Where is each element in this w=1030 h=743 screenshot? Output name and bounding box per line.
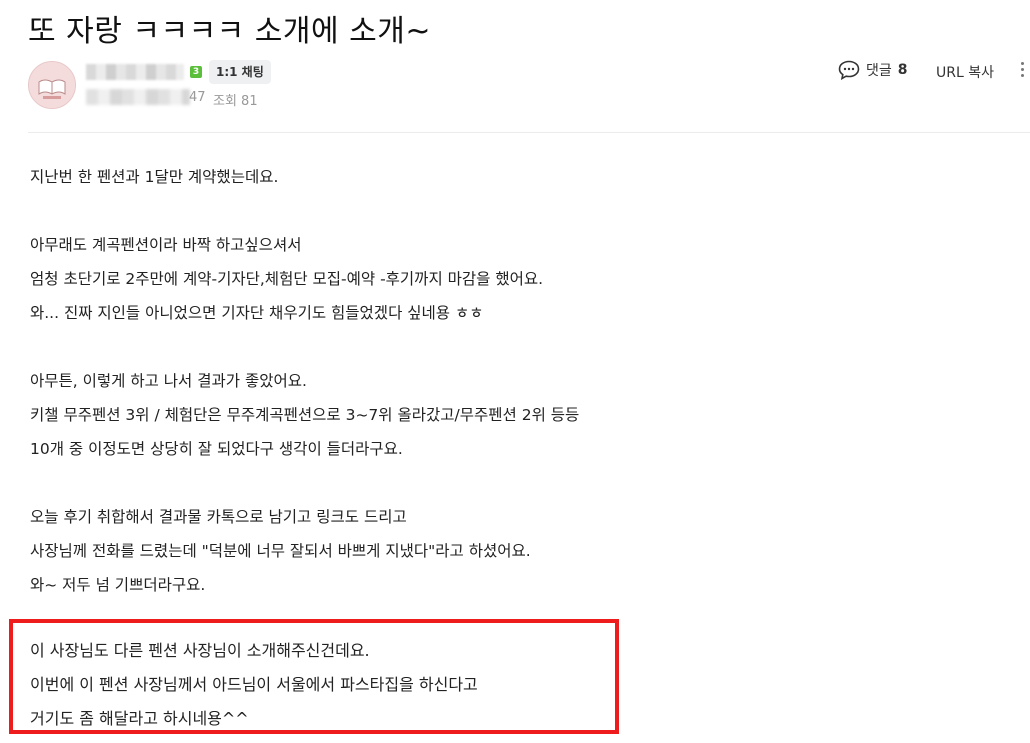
url-copy-button[interactable]: URL 복사 (936, 62, 994, 82)
post-title: 또 자랑 ㅋㅋㅋㅋ 소개에 소개~ (28, 14, 431, 49)
highlight-line: 이번에 이 펜션 사장님께서 아드님이 서울에서 파스타집을 하신다고 (30, 675, 478, 694)
book-icon (29, 62, 75, 108)
author-avatar[interactable] (28, 61, 76, 109)
body-line: 키챌 무주펜션 3위 / 체험단은 무주계곡펜션으로 3~7위 올라갔고/무주펜… (30, 406, 580, 424)
body-line: 지난번 한 펜션과 1달만 계약했는데요. (30, 168, 279, 186)
highlight-box: 이 사장님도 다른 펜션 사장님이 소개해주신건데요. 이번에 이 펜션 사장님… (9, 619, 619, 734)
body-line: 엄청 초단기로 2주만에 계약-기자단,체험단 모집-예약 -후기까지 마감을 … (30, 270, 544, 288)
comment-icon (838, 60, 860, 80)
post-date-fragment: 47 (189, 90, 206, 105)
highlight-line: 거기도 좀 해달라고 하시네용^^ (30, 709, 249, 728)
post-header: 3 1:1 채팅 47 조회 81 댓글 8 URL 복사 (28, 58, 1030, 118)
post-body: 지난번 한 펜션과 1달만 계약했는데요. 아무래도 계곡펜션이라 바짝 하고싶… (30, 160, 1010, 602)
body-line: 아무래도 계곡펜션이라 바짝 하고싶으셔서 (30, 236, 302, 254)
body-line: 와~ 저두 넘 기쁘더라구요. (30, 576, 206, 594)
comment-button[interactable]: 댓글 8 (838, 58, 908, 82)
body-line: 오늘 후기 취합해서 결과물 카톡으로 남기고 링크도 드리고 (30, 508, 407, 526)
author-name-blurred[interactable] (86, 64, 184, 80)
header-divider (28, 132, 1030, 133)
body-line: 10개 중 이정도면 상당히 잘 되었다구 생각이 들더라구요. (30, 440, 403, 458)
chat-button[interactable]: 1:1 채팅 (209, 60, 271, 84)
body-line: 사장님께 전화를 드렸는데 "덕분에 너무 잘되서 바쁘게 지냈다"라고 하셨어… (30, 542, 531, 560)
body-line: 아무튼, 이렇게 하고 나서 결과가 좋았어요. (30, 372, 307, 390)
comment-count: 8 (897, 62, 908, 78)
highlight-line: 이 사장님도 다른 펜션 사장님이 소개해주신건데요. (30, 641, 370, 660)
level-badge: 3 (190, 66, 202, 78)
more-options-icon[interactable] (1018, 60, 1026, 80)
view-count: 조회 81 (213, 94, 258, 109)
post-date-blurred (86, 89, 190, 105)
comment-label: 댓글 (866, 63, 892, 79)
body-line: 와... 진짜 지인들 아니었으면 기자단 채우기도 힘들었겠다 싶네용 ㅎㅎ (30, 304, 484, 322)
highlight-text: 이 사장님도 다른 펜션 사장님이 소개해주신건데요. 이번에 이 펜션 사장님… (13, 634, 478, 736)
